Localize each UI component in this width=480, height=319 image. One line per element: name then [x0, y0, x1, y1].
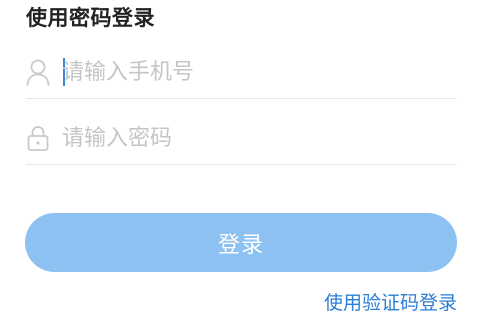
phone-input[interactable] [62, 56, 442, 88]
lock-icon [26, 124, 50, 152]
login-page: 使用密码登录 登录 使用验证码登录 [0, 0, 480, 319]
user-icon [26, 58, 50, 86]
phone-field[interactable] [26, 46, 457, 99]
sms-code-login-link[interactable]: 使用验证码登录 [324, 288, 457, 315]
password-field[interactable] [26, 112, 457, 165]
login-button[interactable]: 登录 [25, 213, 457, 272]
page-title: 使用密码登录 [26, 6, 155, 30]
password-input[interactable] [62, 122, 442, 154]
